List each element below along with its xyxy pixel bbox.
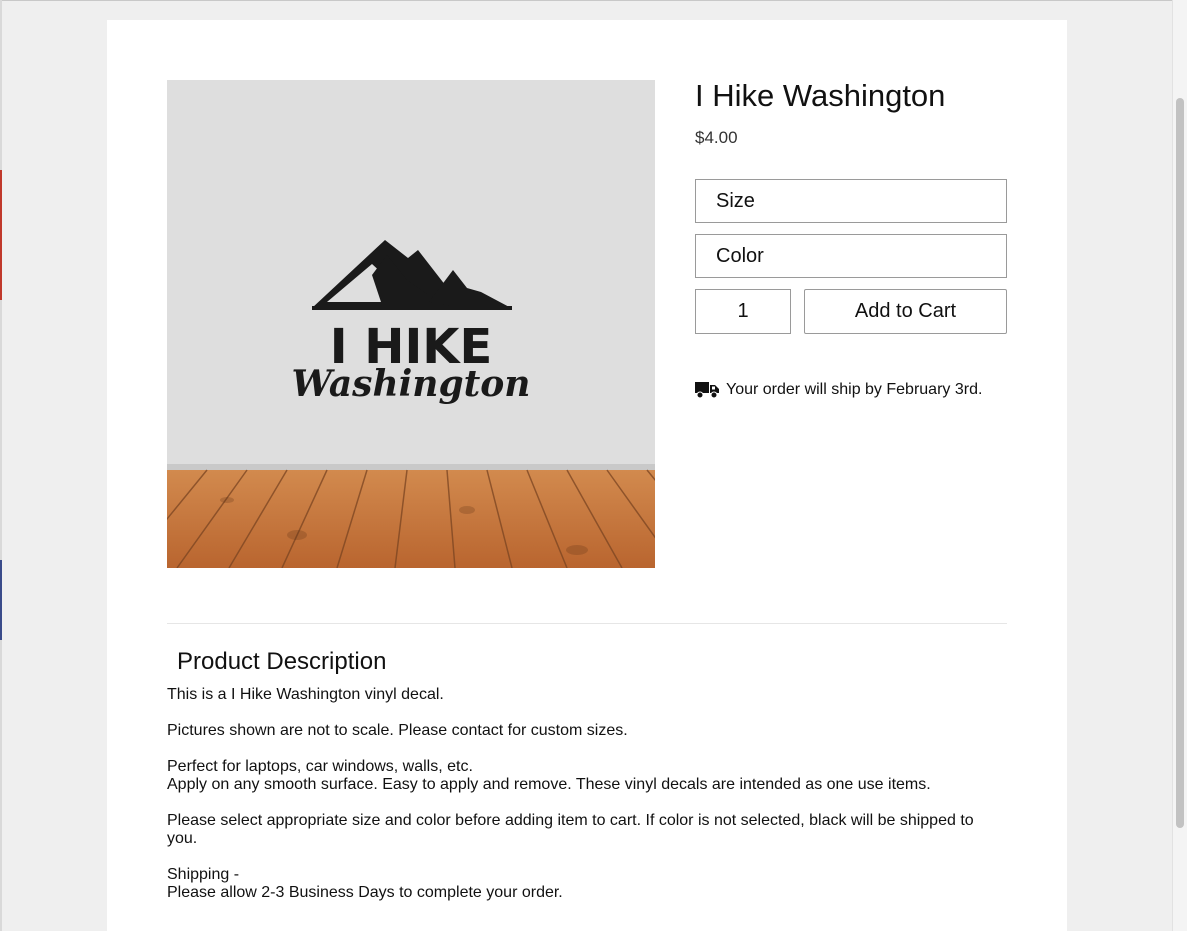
left-window-edge [0,0,2,931]
product-image[interactable]: I HIKE Washington [167,80,655,568]
description-line: Shipping - [167,866,240,883]
baseboard [167,464,655,470]
description-line: Please allow 2-3 Business Days to comple… [167,884,563,901]
size-select[interactable]: Size [695,179,1007,223]
description-paragraph: Shipping - Please allow 2-3 Business Day… [167,866,987,902]
scrollbar-thumb[interactable] [1176,98,1184,828]
description-line: Apply on any smooth surface. Easy to app… [167,776,931,793]
product-photo: I HIKE Washington [167,80,655,568]
top-border [0,0,1187,1]
page-scrollbar[interactable] [1172,0,1187,931]
page: I HIKE Washington I Hike Washington $4.0… [0,0,1187,931]
truck-icon [695,382,719,399]
description-line: This is a I Hike Washington vinyl decal. [167,686,444,703]
description-paragraph: Please select appropriate size and color… [167,812,987,848]
description-heading: Product Description [177,648,387,675]
description-paragraph: Perfect for laptops, car windows, walls,… [167,758,987,794]
color-select[interactable]: Color [695,234,1007,278]
description-line: Please select appropriate size and color… [167,812,974,847]
description-body: This is a I Hike Washington vinyl decal.… [167,686,987,920]
description-line: Pictures shown are not to scale. Please … [167,722,628,739]
description-line: Perfect for laptops, car windows, walls,… [167,758,473,775]
quantity-input[interactable]: 1 [695,289,791,334]
shipping-notice: Your order will ship by February 3rd. [695,381,982,399]
product-price: $4.00 [695,128,738,147]
product-title: I Hike Washington [695,78,946,113]
description-paragraph: This is a I Hike Washington vinyl decal. [167,686,987,704]
description-paragraph: Pictures shown are not to scale. Please … [167,722,987,740]
add-to-cart-button[interactable]: Add to Cart [804,289,1007,334]
decal-text-bottom: Washington [292,363,531,405]
section-divider [167,623,1007,624]
shipping-message: Your order will ship by February 3rd. [726,381,983,398]
